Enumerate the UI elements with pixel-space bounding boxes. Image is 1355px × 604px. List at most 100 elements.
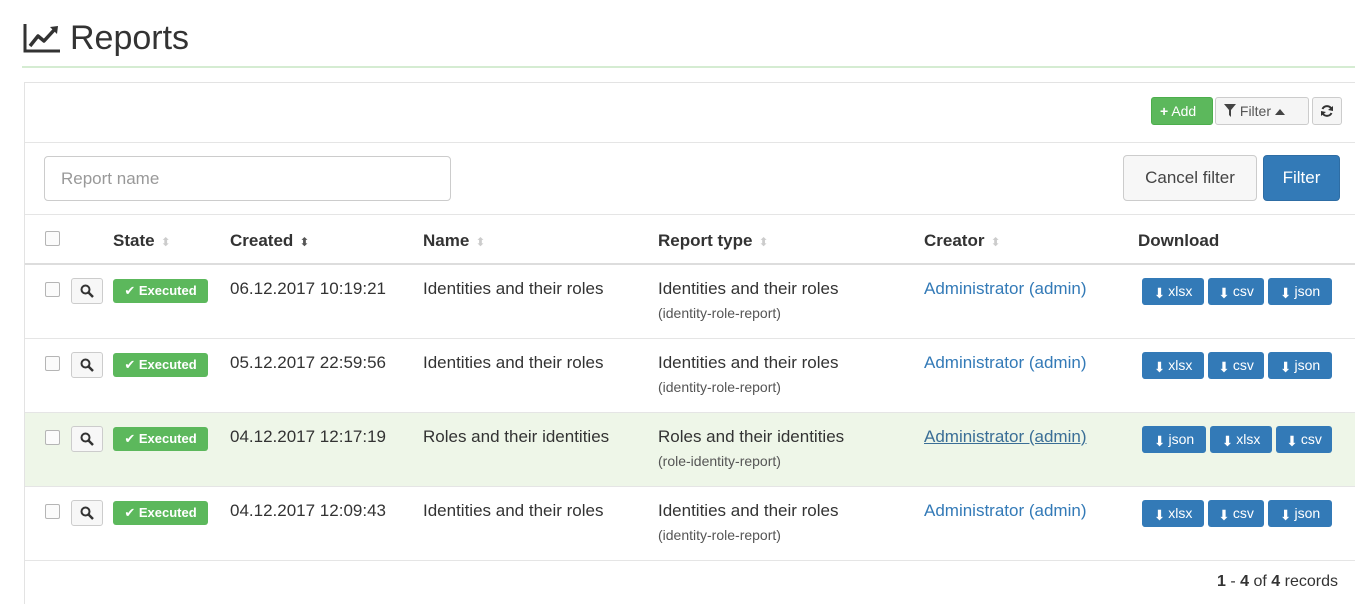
download-icon: ⬇: [1218, 507, 1230, 523]
refresh-button[interactable]: [1312, 97, 1342, 125]
report-name-input[interactable]: [44, 156, 451, 201]
download-json-button[interactable]: ⬇ json: [1268, 352, 1332, 379]
column-header-state[interactable]: State ⬍: [113, 215, 171, 265]
download-label: xlsx: [1236, 431, 1261, 447]
table-row[interactable]: ✔ Executed 04.12.2017 12:09:43 Identitie…: [25, 487, 1355, 561]
range-start: 1: [1217, 573, 1226, 590]
download-label: xlsx: [1168, 357, 1193, 373]
report-name: Identities and their roles: [423, 353, 604, 372]
sort-icon: ⬍: [758, 235, 769, 249]
download-icon: ⬇: [1218, 285, 1230, 301]
reports-panel: + Add Filter Report name Cancel filter F…: [24, 82, 1355, 604]
download-xlsx-button[interactable]: ⬇ xlsx: [1142, 278, 1204, 305]
download-icon: ⬇: [1286, 433, 1298, 449]
caret-up-icon: [1274, 109, 1285, 115]
toolbar: + Add Filter: [25, 83, 1355, 143]
download-icon: ⬇: [1153, 433, 1166, 449]
detail-button[interactable]: [71, 426, 103, 452]
download-icon: ⬇: [1279, 359, 1292, 375]
refresh-icon: [1321, 105, 1333, 117]
select-all-checkbox[interactable]: [45, 231, 60, 246]
download-csv-button[interactable]: ⬇ csv: [1276, 426, 1332, 453]
download-label: csv: [1232, 505, 1254, 521]
line-chart-icon: [23, 24, 60, 53]
download-icon: ⬇: [1153, 285, 1166, 301]
report-type: Identities and their roles: [658, 279, 839, 298]
download-xlsx-button[interactable]: ⬇ xlsx: [1142, 500, 1204, 527]
download-json-button[interactable]: ⬇ json: [1268, 278, 1332, 305]
download-label: json: [1168, 431, 1195, 447]
download-csv-button[interactable]: ⬇ csv: [1208, 352, 1264, 379]
download-icon: ⬇: [1153, 507, 1166, 523]
download-csv-button[interactable]: ⬇ csv: [1208, 500, 1264, 527]
download-json-button[interactable]: ⬇ json: [1268, 500, 1332, 527]
download-csv-button[interactable]: ⬇ csv: [1208, 278, 1264, 305]
column-label-name: Name: [423, 231, 470, 250]
download-json-button[interactable]: ⬇ json: [1142, 426, 1206, 453]
column-label-state: State: [113, 231, 155, 250]
filter-toggle-label: Filter: [1239, 103, 1272, 119]
creator-link[interactable]: Administrator (admin): [924, 351, 1087, 375]
column-header-created[interactable]: Created ⬍: [230, 215, 309, 265]
creator-link[interactable]: Administrator (admin): [924, 277, 1087, 301]
table-row[interactable]: ✔ Executed 04.12.2017 12:17:19 Roles and…: [25, 413, 1355, 487]
creator-link[interactable]: Administrator (admin): [924, 425, 1087, 449]
column-label-created: Created: [230, 231, 294, 250]
row-checkbox[interactable]: [45, 356, 60, 371]
plus-icon: +: [1160, 103, 1169, 119]
column-header-name[interactable]: Name ⬍: [423, 215, 485, 265]
sort-desc-icon: ⬍: [299, 235, 310, 249]
download-label: csv: [1300, 431, 1322, 447]
download-label: csv: [1232, 357, 1254, 373]
download-icon: ⬇: [1279, 507, 1292, 523]
column-header-report-type[interactable]: Report type ⬍: [658, 215, 769, 265]
created-date: 04.12.2017 12:09:43: [230, 501, 386, 520]
report-type-code: (identity-role-report): [658, 379, 781, 395]
column-header-download: Download: [1138, 215, 1219, 265]
check-icon: ✔: [124, 505, 136, 520]
apply-filter-button[interactable]: Filter: [1263, 155, 1340, 201]
download-label: xlsx: [1168, 283, 1193, 299]
column-label-download: Download: [1138, 231, 1220, 250]
row-checkbox[interactable]: [45, 282, 60, 297]
add-button-label: Add: [1171, 103, 1197, 119]
filter-toggle-button[interactable]: Filter: [1215, 97, 1309, 125]
filter-bar: Cancel filter Filter: [25, 143, 1355, 215]
cancel-filter-button[interactable]: Cancel filter: [1123, 155, 1257, 201]
download-xlsx-button[interactable]: ⬇ xlsx: [1142, 352, 1204, 379]
status-label: Executed: [138, 357, 197, 372]
row-checkbox[interactable]: [45, 430, 60, 445]
status-label: Executed: [138, 505, 197, 520]
table-row[interactable]: ✔ Executed 05.12.2017 22:59:56 Identitie…: [25, 339, 1355, 413]
download-xlsx-button[interactable]: ⬇ xlsx: [1210, 426, 1272, 453]
sort-icon: ⬍: [160, 235, 171, 249]
column-header-creator[interactable]: Creator ⬍: [924, 215, 1001, 265]
report-type: Identities and their roles: [658, 501, 839, 520]
column-label-report-type: Report type: [658, 231, 753, 250]
status-badge: ✔ Executed: [113, 353, 208, 377]
check-icon: ✔: [124, 357, 136, 372]
add-button[interactable]: + Add: [1151, 97, 1213, 125]
status-badge: ✔ Executed: [113, 501, 208, 525]
funnel-icon: [1224, 104, 1236, 117]
reports-page: Reports + Add Filter Report name Cancel …: [0, 0, 1355, 604]
table-row[interactable]: ✔ Executed 06.12.2017 10:19:21 Identitie…: [25, 265, 1355, 339]
sort-icon: ⬍: [990, 235, 1001, 249]
detail-button[interactable]: [71, 352, 103, 378]
report-name: Roles and their identities: [423, 427, 610, 446]
status-badge: ✔ Executed: [113, 427, 208, 451]
row-checkbox[interactable]: [45, 504, 60, 519]
column-label-creator: Creator: [924, 231, 985, 250]
report-type-code: (role-identity-report): [658, 453, 781, 469]
magnifier-icon: [80, 358, 94, 372]
records-label: records: [1284, 573, 1338, 590]
status-label: Executed: [138, 283, 197, 298]
creator-link[interactable]: Administrator (admin): [924, 499, 1087, 523]
detail-button[interactable]: [71, 500, 103, 526]
download-icon: ⬇: [1153, 359, 1166, 375]
download-icon: ⬇: [1221, 433, 1234, 449]
report-type-code: (identity-role-report): [658, 527, 781, 543]
of-label: of: [1253, 573, 1267, 590]
detail-button[interactable]: [71, 278, 103, 304]
pagination-info: 1 - 4 of 4 records: [1217, 573, 1338, 590]
